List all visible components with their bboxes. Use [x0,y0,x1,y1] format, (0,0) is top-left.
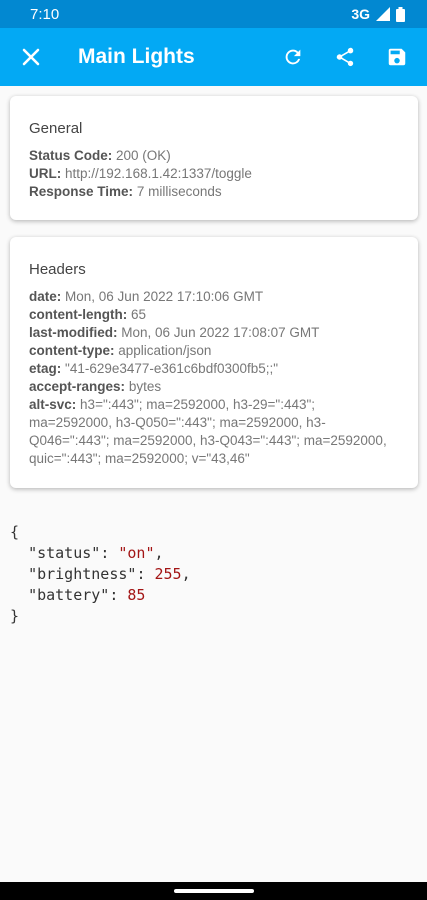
header-value: "41-629e3477-e361c6bdf0300fb5;;" [65,361,279,376]
navigation-bar [0,882,427,900]
header-name: date: [29,289,62,304]
close-button[interactable] [0,28,62,86]
status-code-value: 200 (OK) [116,148,171,163]
url-value: http://192.168.1.42:1337/toggle [65,166,252,181]
home-handle[interactable] [174,889,254,893]
response-time-row: Response Time: 7 milliseconds [29,183,399,201]
header-value: h3=":443"; ma=2592000, h3-29=":443"; ma=… [29,397,387,466]
json-value: 85 [127,586,146,604]
response-time-value: 7 milliseconds [136,184,222,199]
save-icon [388,48,406,66]
app-bar: Main Lights [0,28,427,86]
signal-icon [376,7,390,21]
general-title: General [29,120,83,137]
network-type-label: 3G [351,6,370,22]
status-bar: 7:10 3G [0,0,427,28]
share-button[interactable] [319,28,371,86]
status-code-label: Status Code: [29,148,113,163]
refresh-button[interactable] [267,28,319,86]
general-card: General Status Code: 200 (OK) URL: http:… [10,96,418,220]
json-key: "battery" [28,586,110,604]
save-button[interactable] [371,28,423,86]
refresh-icon [285,49,301,65]
header-value: bytes [128,379,162,394]
status-icons: 3G [351,6,405,22]
close-icon [22,48,40,66]
header-row: etag: "41-629e3477-e361c6bdf0300fb5;;" [29,360,399,378]
response-body: { "status": "on", "brightness": 255, "ba… [10,523,191,625]
header-value: Mon, 06 Jun 2022 17:10:06 GMT [65,289,264,304]
header-row: date: Mon, 06 Jun 2022 17:10:06 GMT [29,288,399,306]
header-value: application/json [118,343,212,358]
header-name: etag: [29,361,62,376]
response-detail[interactable]: General Status Code: 200 (OK) URL: http:… [0,86,427,882]
header-name: alt-svc: [29,397,77,412]
header-row: content-type: application/json [29,342,399,360]
url-row: URL: http://192.168.1.42:1337/toggle [29,165,399,183]
status-code-row: Status Code: 200 (OK) [29,147,399,165]
headers-card: Headers date: Mon, 06 Jun 2022 17:10:06 … [10,237,418,488]
header-name: accept-ranges: [29,379,126,394]
response-time-label: Response Time: [29,184,134,199]
header-row: content-length: 65 [29,306,399,324]
url-label: URL: [29,166,62,181]
page-title: Main Lights [78,45,195,68]
header-name: content-length: [29,307,128,322]
json-key: "brightness" [28,565,137,583]
header-row: last-modified: Mon, 06 Jun 2022 17:08:07… [29,324,399,342]
header-value: 65 [131,307,147,322]
header-row: accept-ranges: bytes [29,378,399,396]
header-value: Mon, 06 Jun 2022 17:08:07 GMT [121,325,320,340]
status-time: 7:10 [30,5,60,23]
json-value: 255 [154,565,182,583]
json-value: "on" [118,544,155,562]
json-key: "status" [28,544,101,562]
json-open-brace: { [10,523,20,541]
header-name: content-type: [29,343,115,358]
battery-icon [396,6,405,22]
headers-title: Headers [29,261,86,278]
header-row: alt-svc: h3=":443"; ma=2592000, h3-29=":… [29,396,399,468]
header-name: last-modified: [29,325,118,340]
share-icon [336,47,354,67]
json-close-brace: } [10,607,20,625]
